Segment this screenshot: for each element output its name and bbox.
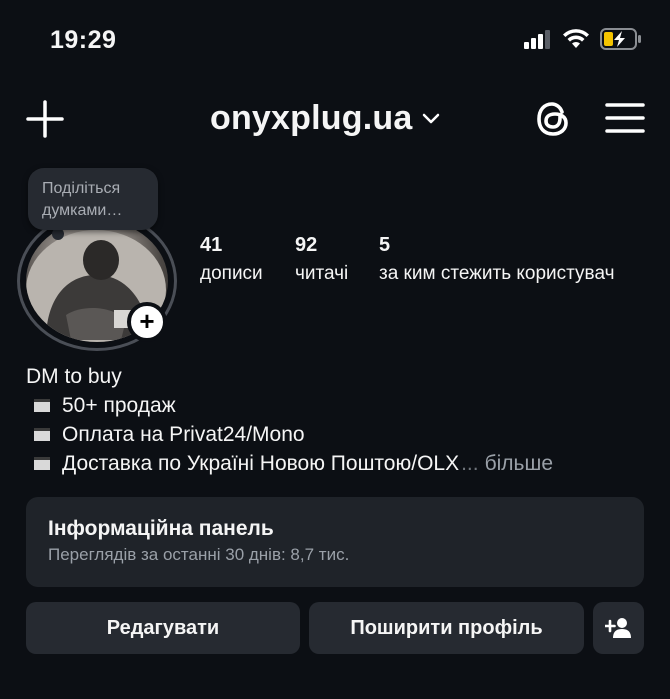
chevron-down-icon: [423, 113, 440, 123]
bio-item-text: Оплата на Privat24/Mono: [62, 423, 305, 446]
professional-dashboard[interactable]: Інформаційна панель Переглядів за останн…: [26, 497, 644, 587]
wifi-icon: [563, 29, 589, 48]
add-story-button[interactable]: +: [127, 302, 167, 342]
black-square-emoji-icon: [34, 457, 50, 470]
dashboard-title: Інформаційна панель: [48, 517, 274, 540]
bio-item: Доставка по Україні Новою Поштою/OLX ...…: [26, 449, 666, 478]
stat-posts-label: дописи: [200, 263, 263, 284]
stat-followers-label: читачі: [295, 263, 349, 284]
stat-posts[interactable]: 41 дописи: [200, 234, 263, 285]
bio-item: Оплата на Privat24/Mono: [26, 420, 666, 449]
account-switcher[interactable]: onyxplug.ua: [210, 99, 440, 138]
bio-item-text: Доставка по Україні Новою Поштою/OLX: [62, 452, 460, 475]
bio-line: DM to buy: [26, 365, 122, 388]
status-time: 19:29: [50, 26, 117, 54]
black-square-emoji-icon: [34, 428, 50, 441]
add-person-icon: [604, 618, 631, 638]
bio-item: 50+ продаж: [26, 391, 666, 420]
threads-icon[interactable]: [532, 98, 574, 140]
battery-charging-icon: [600, 28, 641, 50]
cellular-signal-icon: [524, 30, 550, 49]
note-bubble[interactable]: Поділіться думками…: [28, 168, 158, 230]
status-bar: 19:29: [0, 0, 670, 80]
username: onyxplug.ua: [210, 99, 413, 137]
share-profile-button[interactable]: Поширити профіль: [309, 602, 584, 654]
stat-posts-count: 41: [200, 234, 223, 256]
bio-more-link[interactable]: більше: [485, 449, 553, 478]
dashboard-subtitle: Переглядів за останні 30 днів: 8,7 тис.: [48, 545, 350, 564]
profile-bio: DM to buy 50+ продаж Оплата на Privat24/…: [26, 362, 666, 478]
bio-item-text: 50+ продаж: [62, 394, 176, 417]
note-text: Поділіться думками…: [42, 180, 123, 219]
discover-people-button[interactable]: [593, 602, 644, 654]
stat-following[interactable]: 5 за ким стежить користувач: [379, 234, 615, 285]
bio-ellipsis: ...: [461, 452, 479, 475]
stat-followers-count: 92: [295, 234, 318, 256]
edit-profile-button[interactable]: Редагувати: [26, 602, 300, 654]
profile-header: onyxplug.ua: [0, 95, 670, 145]
stat-followers[interactable]: 92 читачі: [295, 234, 348, 285]
status-icons: [524, 28, 642, 50]
add-story-plus-icon: +: [139, 306, 155, 336]
stat-following-label: за ким стежить користувач: [379, 263, 615, 284]
menu-icon[interactable]: [605, 101, 645, 135]
create-plus-icon[interactable]: [26, 100, 64, 138]
black-square-emoji-icon: [34, 399, 50, 412]
stat-following-count: 5: [379, 234, 391, 256]
